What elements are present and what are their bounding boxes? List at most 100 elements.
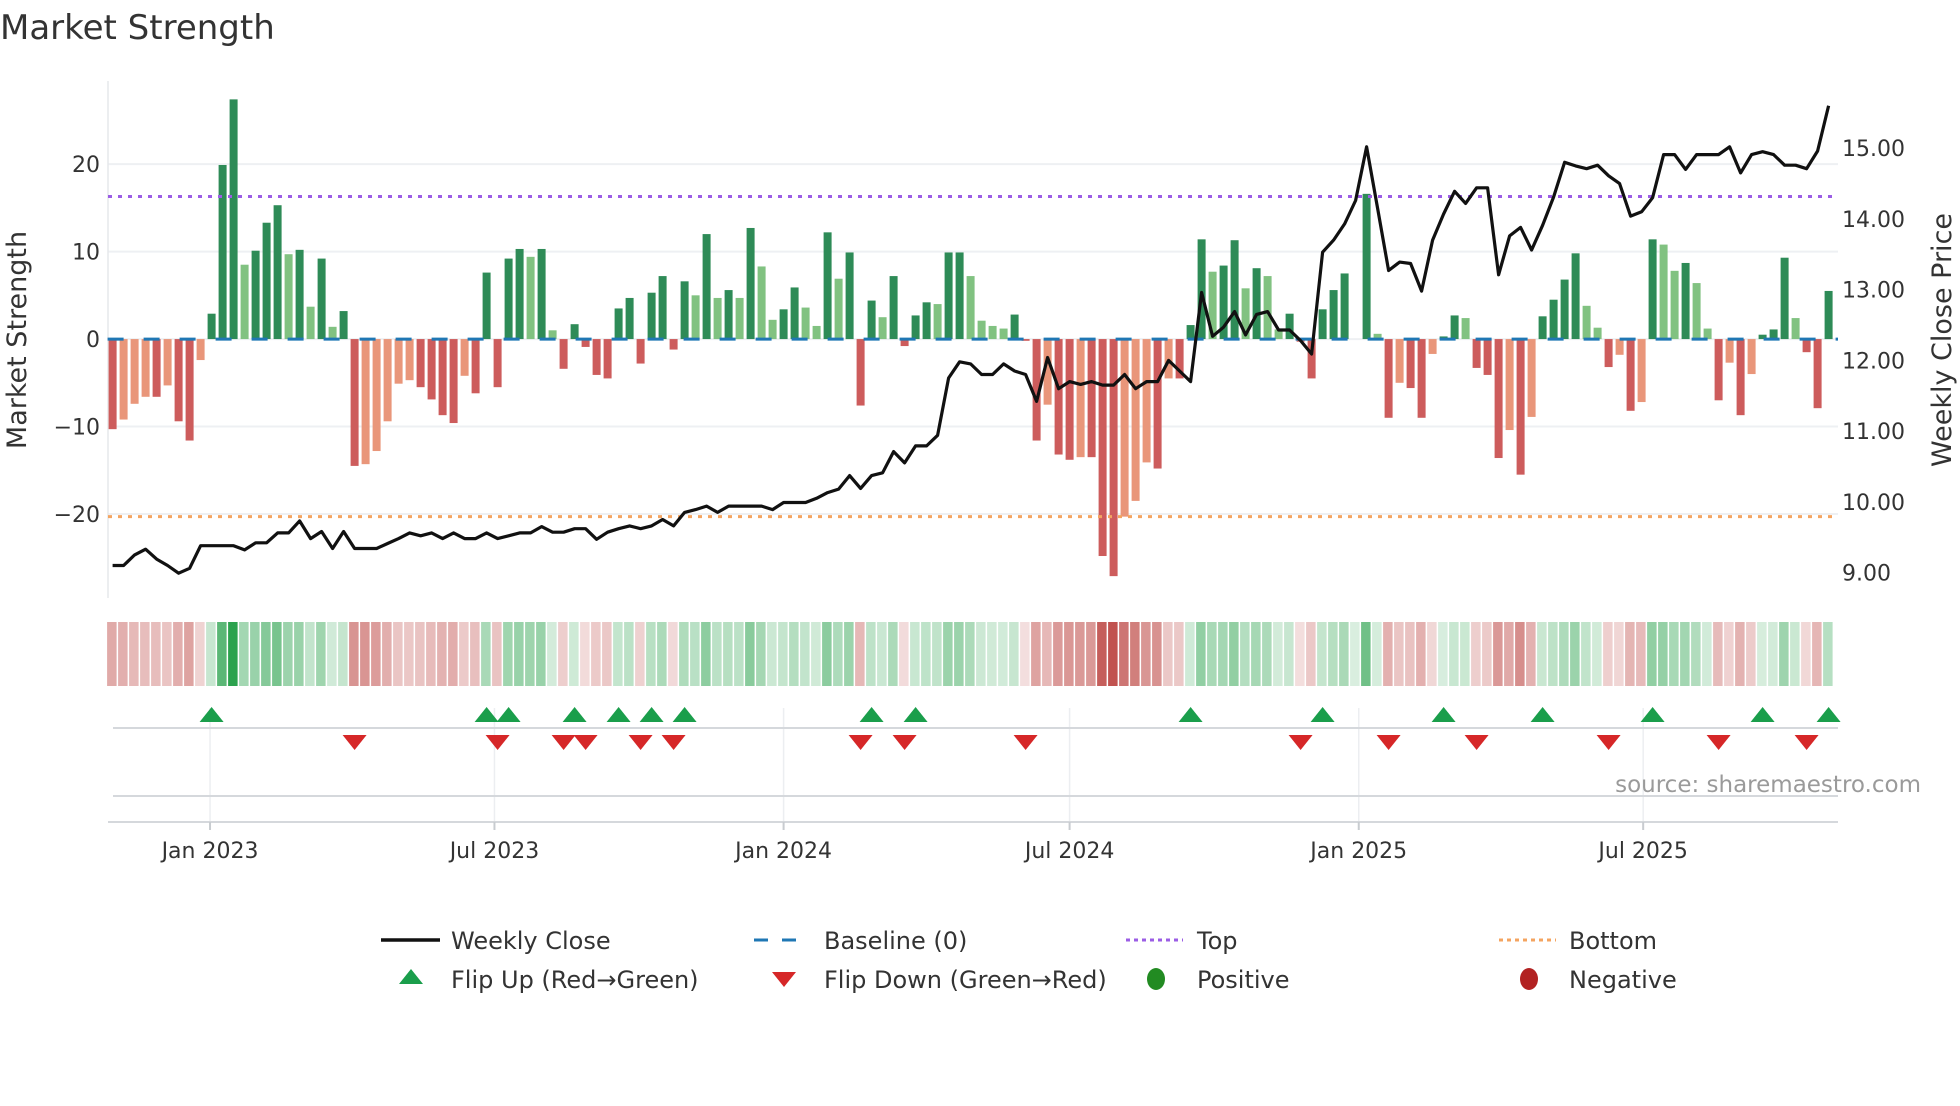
flip-up-marker bbox=[672, 707, 697, 722]
triangle-down-icon bbox=[772, 972, 796, 987]
strength-bar bbox=[757, 266, 766, 340]
strength-bar bbox=[1648, 239, 1657, 340]
heatmap-cell bbox=[932, 622, 942, 686]
heatmap-cell bbox=[613, 622, 623, 686]
strength-bar bbox=[922, 302, 931, 340]
heatmap-cell bbox=[844, 622, 854, 686]
legend-item-flip-up[interactable]: Flip Up (Red→Green) bbox=[399, 966, 699, 994]
heatmap-cell bbox=[1328, 622, 1338, 686]
strength-bar bbox=[1615, 339, 1624, 355]
heatmap-cell bbox=[1031, 622, 1041, 686]
strength-bar bbox=[1340, 273, 1349, 340]
strength-bar bbox=[438, 339, 447, 416]
strength-bar bbox=[1384, 339, 1393, 418]
strength-bar bbox=[372, 339, 381, 452]
legend-item-negative[interactable]: Negative bbox=[1520, 966, 1677, 994]
legend-item-flip-down[interactable]: Flip Down (Green→Red) bbox=[772, 966, 1107, 994]
strength-bar bbox=[680, 281, 689, 340]
heatmap-cell bbox=[536, 622, 546, 686]
legend-item-top[interactable]: Top bbox=[1126, 927, 1238, 955]
strength-bar bbox=[625, 297, 634, 340]
heatmap-cell bbox=[1515, 622, 1525, 686]
y2-tick-label: 11.00 bbox=[1842, 420, 1905, 445]
strength-bar bbox=[1626, 339, 1635, 411]
x-axis: Jan 2023 Jul 2023 Jan 2024 Jul 2024 Jan 2025… bbox=[160, 822, 1688, 864]
y2-tick-label: 13.00 bbox=[1842, 279, 1905, 304]
strength-bar bbox=[1813, 339, 1822, 409]
legend-item-bottom[interactable]: Bottom bbox=[1499, 927, 1657, 955]
heatmap-cell bbox=[162, 622, 172, 686]
heatmap-cell bbox=[503, 622, 513, 686]
strength-bar bbox=[405, 339, 414, 381]
strength-bar bbox=[339, 311, 348, 340]
heatmap-cell bbox=[767, 622, 777, 686]
x-tick-label: Jul 2025 bbox=[1596, 839, 1688, 864]
heatmap-cell bbox=[437, 622, 447, 686]
strength-bar bbox=[317, 258, 326, 340]
strength-heatmap-strip bbox=[107, 622, 1833, 686]
strength-bar bbox=[1791, 318, 1800, 340]
legend-item-weekly-close[interactable]: Weekly Close bbox=[381, 927, 611, 955]
strength-bar bbox=[1417, 339, 1426, 418]
heatmap-cell bbox=[481, 622, 491, 686]
strength-bar bbox=[152, 339, 161, 397]
strength-bar bbox=[460, 339, 469, 376]
heatmap-cell bbox=[822, 622, 832, 686]
strength-bar bbox=[658, 276, 667, 340]
heatmap-cell bbox=[1757, 622, 1767, 686]
legend-item-baseline[interactable]: Baseline (0) bbox=[754, 927, 967, 955]
strength-bar bbox=[471, 339, 480, 394]
strength-bar bbox=[383, 339, 392, 422]
strength-bar bbox=[1736, 339, 1745, 416]
strength-bar bbox=[856, 339, 865, 406]
heatmap-cell bbox=[492, 622, 502, 686]
strength-bar bbox=[823, 232, 832, 340]
heatmap-cell bbox=[239, 622, 249, 686]
heatmap-cell bbox=[778, 622, 788, 686]
heatmap-cell bbox=[734, 622, 744, 686]
right-axis-title: Weekly Close Price bbox=[1927, 213, 1958, 467]
heatmap-cell bbox=[679, 622, 689, 686]
heatmap-cell bbox=[1790, 622, 1800, 686]
strength-bar bbox=[735, 297, 744, 340]
heatmap-cell bbox=[580, 622, 590, 686]
strength-bar bbox=[1395, 339, 1404, 383]
heatmap-cell bbox=[1823, 622, 1833, 686]
flip-down-marker bbox=[1596, 735, 1621, 750]
legend-label: Top bbox=[1196, 927, 1238, 955]
heatmap-cell bbox=[789, 622, 799, 686]
y2-tick-label: 9.00 bbox=[1842, 562, 1891, 587]
heatmap-cell bbox=[1141, 622, 1151, 686]
strength-bar bbox=[955, 252, 964, 340]
heatmap-cell bbox=[140, 622, 150, 686]
heatmap-cell bbox=[1086, 622, 1096, 686]
heatmap-cell bbox=[1394, 622, 1404, 686]
heatmap-cell bbox=[1493, 622, 1503, 686]
strength-bar bbox=[1681, 262, 1690, 340]
strength-bar bbox=[1065, 339, 1074, 460]
heatmap-cell bbox=[1361, 622, 1371, 686]
strength-bar bbox=[394, 339, 403, 384]
flip-down-marker bbox=[1464, 735, 1489, 750]
heatmap-cell bbox=[1801, 622, 1811, 686]
heatmap-cell bbox=[1218, 622, 1228, 686]
legend-item-positive[interactable]: Positive bbox=[1147, 966, 1290, 994]
strength-bar bbox=[977, 320, 986, 340]
heatmap-cell bbox=[294, 622, 304, 686]
heatmap-cell bbox=[1229, 622, 1239, 686]
strength-bar bbox=[119, 339, 128, 420]
heatmap-cell bbox=[866, 622, 876, 686]
strength-bar bbox=[1714, 339, 1723, 401]
strength-bar bbox=[570, 324, 579, 340]
strength-bar bbox=[251, 250, 260, 340]
heatmap-cell bbox=[1097, 622, 1107, 686]
heatmap-cell bbox=[1471, 622, 1481, 686]
heatmap-cell bbox=[943, 622, 953, 686]
y-tick-label: 20 bbox=[72, 153, 100, 178]
heatmap-cell bbox=[1735, 622, 1745, 686]
strength-bar bbox=[1483, 339, 1492, 375]
heatmap-cell bbox=[404, 622, 414, 686]
y-tick-label: 10 bbox=[72, 241, 100, 266]
strength-bar bbox=[262, 222, 271, 340]
heatmap-cell bbox=[415, 622, 425, 686]
